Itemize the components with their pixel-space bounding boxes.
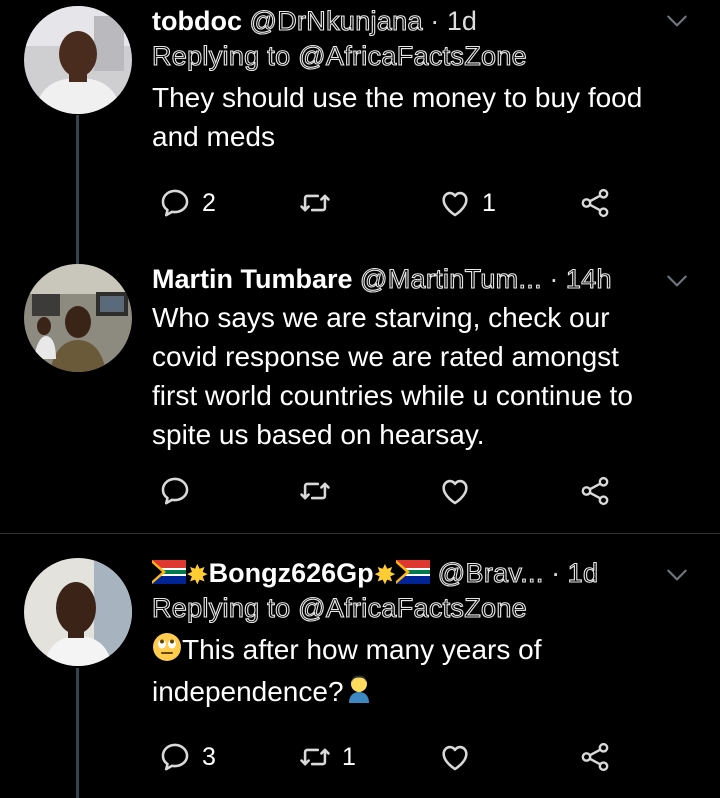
like-icon bbox=[438, 474, 472, 508]
tweet-text-line: independence? bbox=[152, 672, 696, 714]
tweet-divider bbox=[0, 533, 720, 534]
chevron-down-icon[interactable] bbox=[664, 562, 690, 588]
star-icon: ✸ bbox=[373, 559, 397, 590]
tweet-text-line: covid response we are rated amongst bbox=[152, 341, 619, 372]
like-icon bbox=[438, 186, 472, 220]
timestamp[interactable]: 1d bbox=[567, 557, 598, 588]
display-name[interactable]: Martin Tumbare bbox=[152, 264, 353, 294]
tweet-header: Martin Tumbare @MartinTum... · 14h bbox=[152, 262, 696, 296]
reply-count: 2 bbox=[202, 188, 216, 217]
thread-line bbox=[76, 668, 79, 798]
user-handle[interactable]: @MartinTum... bbox=[359, 263, 542, 294]
user-handle[interactable]: @Brav... bbox=[437, 557, 544, 588]
tweet-text-line: Who says we are starving, check our bbox=[152, 302, 610, 333]
avatar[interactable] bbox=[24, 264, 132, 372]
south-africa-flag-icon bbox=[396, 558, 431, 590]
share-icon bbox=[578, 740, 612, 774]
tweet-text: Who says we are starving, check our covi… bbox=[152, 298, 696, 454]
chevron-down-icon[interactable] bbox=[664, 8, 690, 34]
tweet-text-line: They should use the money to buy food bbox=[152, 82, 643, 113]
share-button[interactable] bbox=[578, 183, 612, 223]
tweet-text: This after how many years of independenc… bbox=[152, 630, 696, 713]
reply-button[interactable]: 2 bbox=[158, 183, 216, 223]
south-africa-flag-icon bbox=[152, 558, 186, 590]
separator-dot: · bbox=[549, 264, 559, 294]
tweet-text-line: spite us based on hearsay. bbox=[152, 419, 485, 450]
retweet-button[interactable]: 1 bbox=[298, 737, 356, 777]
share-icon bbox=[578, 186, 612, 220]
retweet-icon bbox=[298, 186, 332, 220]
replying-to[interactable]: Replying to @AfricaFactsZone bbox=[151, 590, 696, 626]
timestamp[interactable]: 14h bbox=[565, 263, 612, 294]
reply-icon bbox=[158, 186, 192, 220]
reply-icon bbox=[158, 740, 192, 774]
display-name[interactable]: tobdoc bbox=[152, 6, 242, 36]
share-button[interactable] bbox=[578, 737, 612, 777]
retweet-icon bbox=[298, 740, 332, 774]
tweet-header: tobdoc @DrNkunjana · 1d bbox=[152, 4, 696, 38]
reply-button[interactable] bbox=[158, 471, 192, 511]
tweet-text-line-text: This after how many years of bbox=[182, 634, 542, 665]
tweet-text-line: first world countries while u continue t… bbox=[152, 380, 633, 411]
reply-button[interactable]: 3 bbox=[158, 737, 216, 777]
timestamp[interactable]: 1d bbox=[447, 6, 477, 36]
avatar[interactable] bbox=[24, 6, 132, 114]
user-handle[interactable]: @DrNkunjana bbox=[249, 5, 423, 36]
retweet-icon bbox=[298, 474, 332, 508]
tweet-actions: 2 1 bbox=[152, 183, 632, 223]
like-icon bbox=[438, 740, 472, 774]
reply-count: 3 bbox=[202, 742, 216, 771]
separator-dot: · bbox=[551, 558, 561, 588]
eye-roll-emoji-icon bbox=[152, 632, 182, 672]
like-count: 1 bbox=[482, 188, 496, 217]
tweet-header: ✸Bongz626Gp✸ @Brav... · 1d bbox=[152, 556, 696, 590]
star-icon: ✸ bbox=[186, 559, 209, 590]
display-name[interactable]: Bongz626Gp bbox=[209, 558, 374, 588]
retweet-count: 1 bbox=[342, 742, 356, 771]
like-button[interactable] bbox=[438, 471, 472, 511]
retweet-button[interactable] bbox=[298, 471, 332, 511]
separator-dot: · bbox=[430, 6, 440, 36]
retweet-button[interactable] bbox=[298, 183, 342, 223]
thread-line bbox=[76, 115, 79, 265]
like-button[interactable]: 1 bbox=[438, 183, 496, 223]
tweet-text-line-text: independence? bbox=[152, 675, 344, 707]
avatar[interactable] bbox=[24, 558, 132, 666]
tweet-text: They should use the money to buy food an… bbox=[152, 78, 696, 156]
tweet-actions: 3 1 bbox=[152, 737, 632, 777]
reply-icon bbox=[158, 474, 192, 508]
replying-to[interactable]: Replying to @AfricaFactsZone bbox=[151, 38, 696, 74]
share-icon bbox=[578, 474, 612, 508]
tweet-text-line: and meds bbox=[152, 121, 275, 152]
tweet-actions bbox=[152, 471, 632, 511]
facepalm-emoji-icon bbox=[344, 673, 374, 713]
chevron-down-icon[interactable] bbox=[664, 268, 690, 294]
tweet-text-line: This after how many years of bbox=[152, 630, 696, 672]
like-button[interactable] bbox=[438, 737, 472, 777]
share-button[interactable] bbox=[578, 471, 612, 511]
